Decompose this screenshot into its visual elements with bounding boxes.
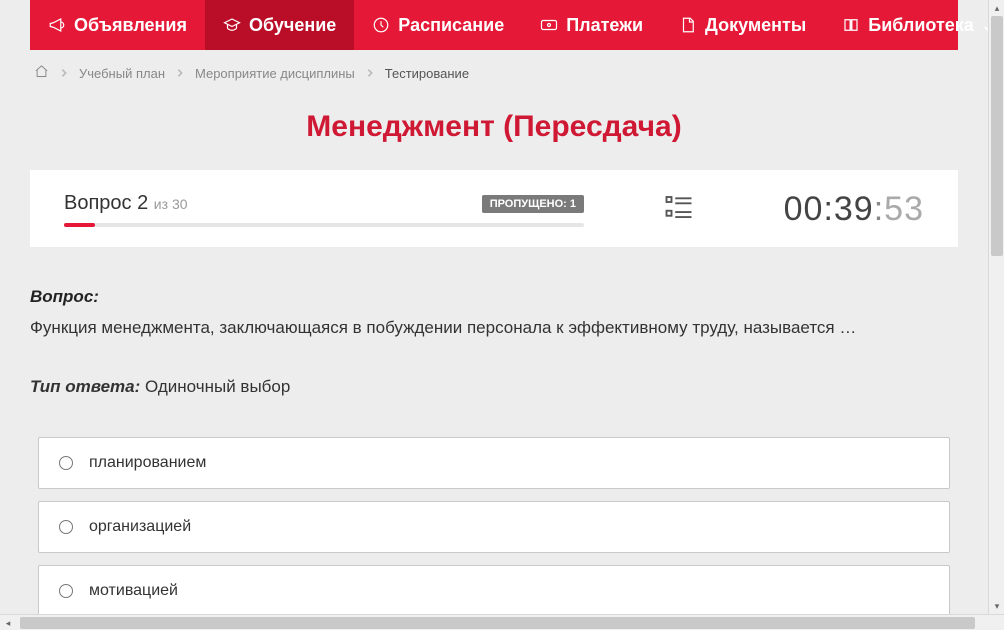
timer-centiseconds: 53	[884, 190, 924, 228]
answer-radio[interactable]	[59, 520, 73, 534]
progress-bar	[64, 223, 584, 227]
megaphone-icon	[48, 16, 66, 34]
scroll-up-arrow-icon[interactable]: ▴	[989, 0, 1004, 16]
nav-item-объявления[interactable]: Объявления	[30, 0, 205, 50]
nav-label: Расписание	[398, 15, 504, 36]
nav-item-обучение[interactable]: Обучение	[205, 0, 354, 50]
answer-text: мотивацией	[89, 582, 178, 600]
answer-radio[interactable]	[59, 584, 73, 598]
clock-icon	[372, 16, 390, 34]
timer-minutes: 00	[784, 190, 824, 228]
nav-label: Документы	[705, 15, 806, 36]
answer-radio[interactable]	[59, 456, 73, 470]
scroll-down-arrow-icon[interactable]: ▾	[989, 598, 1004, 614]
progress-fill	[64, 223, 95, 227]
skipped-badge: ПРОПУЩЕНО: 1	[482, 195, 584, 213]
question-word: Вопрос	[64, 192, 132, 214]
vertical-scrollbar[interactable]: ▴ ▾	[988, 0, 1004, 614]
nav-item-документы[interactable]: Документы	[661, 0, 824, 50]
doc-icon	[679, 16, 697, 34]
timer: 00:39:53	[784, 190, 924, 229]
book-icon	[842, 16, 860, 34]
horizontal-scrollbar[interactable]: ◂ ▸	[0, 614, 1004, 630]
answer-option[interactable]: мотивацией	[38, 565, 950, 615]
question-total: 30	[172, 196, 188, 212]
breadcrumb: Учебный план Мероприятие дисциплины Тест…	[0, 50, 988, 92]
question-label: Вопрос:	[30, 287, 958, 307]
answer-option[interactable]: планированием	[38, 437, 950, 489]
card-icon	[540, 16, 558, 34]
top-nav: Объявления Обучение Расписание Платежи Докум…	[30, 0, 958, 50]
question-list-icon[interactable]	[664, 192, 694, 227]
nav-item-платежи[interactable]: Платежи	[522, 0, 661, 50]
cap-icon	[223, 16, 241, 34]
nav-label: Обучение	[249, 15, 336, 36]
question-counter: ПРОПУЩЕНО: 1 Вопрос 2 из 30	[64, 192, 584, 215]
nav-item-расписание[interactable]: Расписание	[354, 0, 522, 50]
breadcrumb-link[interactable]: Учебный план	[79, 66, 165, 81]
breadcrumb-link[interactable]: Мероприятие дисциплины	[195, 66, 355, 81]
of-word: из	[154, 196, 168, 212]
answers-list: планированием организацией мотивацией	[30, 437, 958, 615]
nav-label: Платежи	[566, 15, 643, 36]
chevron-right-icon	[175, 66, 185, 81]
chevron-right-icon	[59, 66, 69, 81]
scroll-thumb[interactable]	[991, 16, 1003, 256]
chevron-right-icon	[365, 66, 375, 81]
answer-type: Тип ответа: Одиночный выбор	[30, 377, 958, 397]
answer-option[interactable]: организацией	[38, 501, 950, 553]
nav-label: Объявления	[74, 15, 187, 36]
answer-text: организацией	[89, 518, 191, 536]
nav-label: Библиотека	[868, 15, 974, 36]
answer-type-value: Одиночный выбор	[145, 377, 290, 396]
page-title: Менеджмент (Пересдача)	[0, 92, 988, 170]
status-card: ПРОПУЩЕНО: 1 Вопрос 2 из 30	[30, 170, 958, 247]
question-number: 2	[137, 192, 148, 214]
home-icon[interactable]	[34, 64, 49, 82]
timer-seconds: 39	[834, 190, 874, 228]
answer-text: планированием	[89, 454, 206, 472]
scroll-thumb[interactable]	[20, 617, 975, 629]
scroll-left-arrow-icon[interactable]: ◂	[0, 615, 16, 630]
nav-item-библиотека[interactable]: Библиотека	[824, 0, 1004, 50]
question-text: Функция менеджмента, заключающаяся в поб…	[30, 315, 958, 341]
answer-type-label: Тип ответа:	[30, 377, 140, 396]
breadcrumb-current: Тестирование	[385, 66, 469, 81]
